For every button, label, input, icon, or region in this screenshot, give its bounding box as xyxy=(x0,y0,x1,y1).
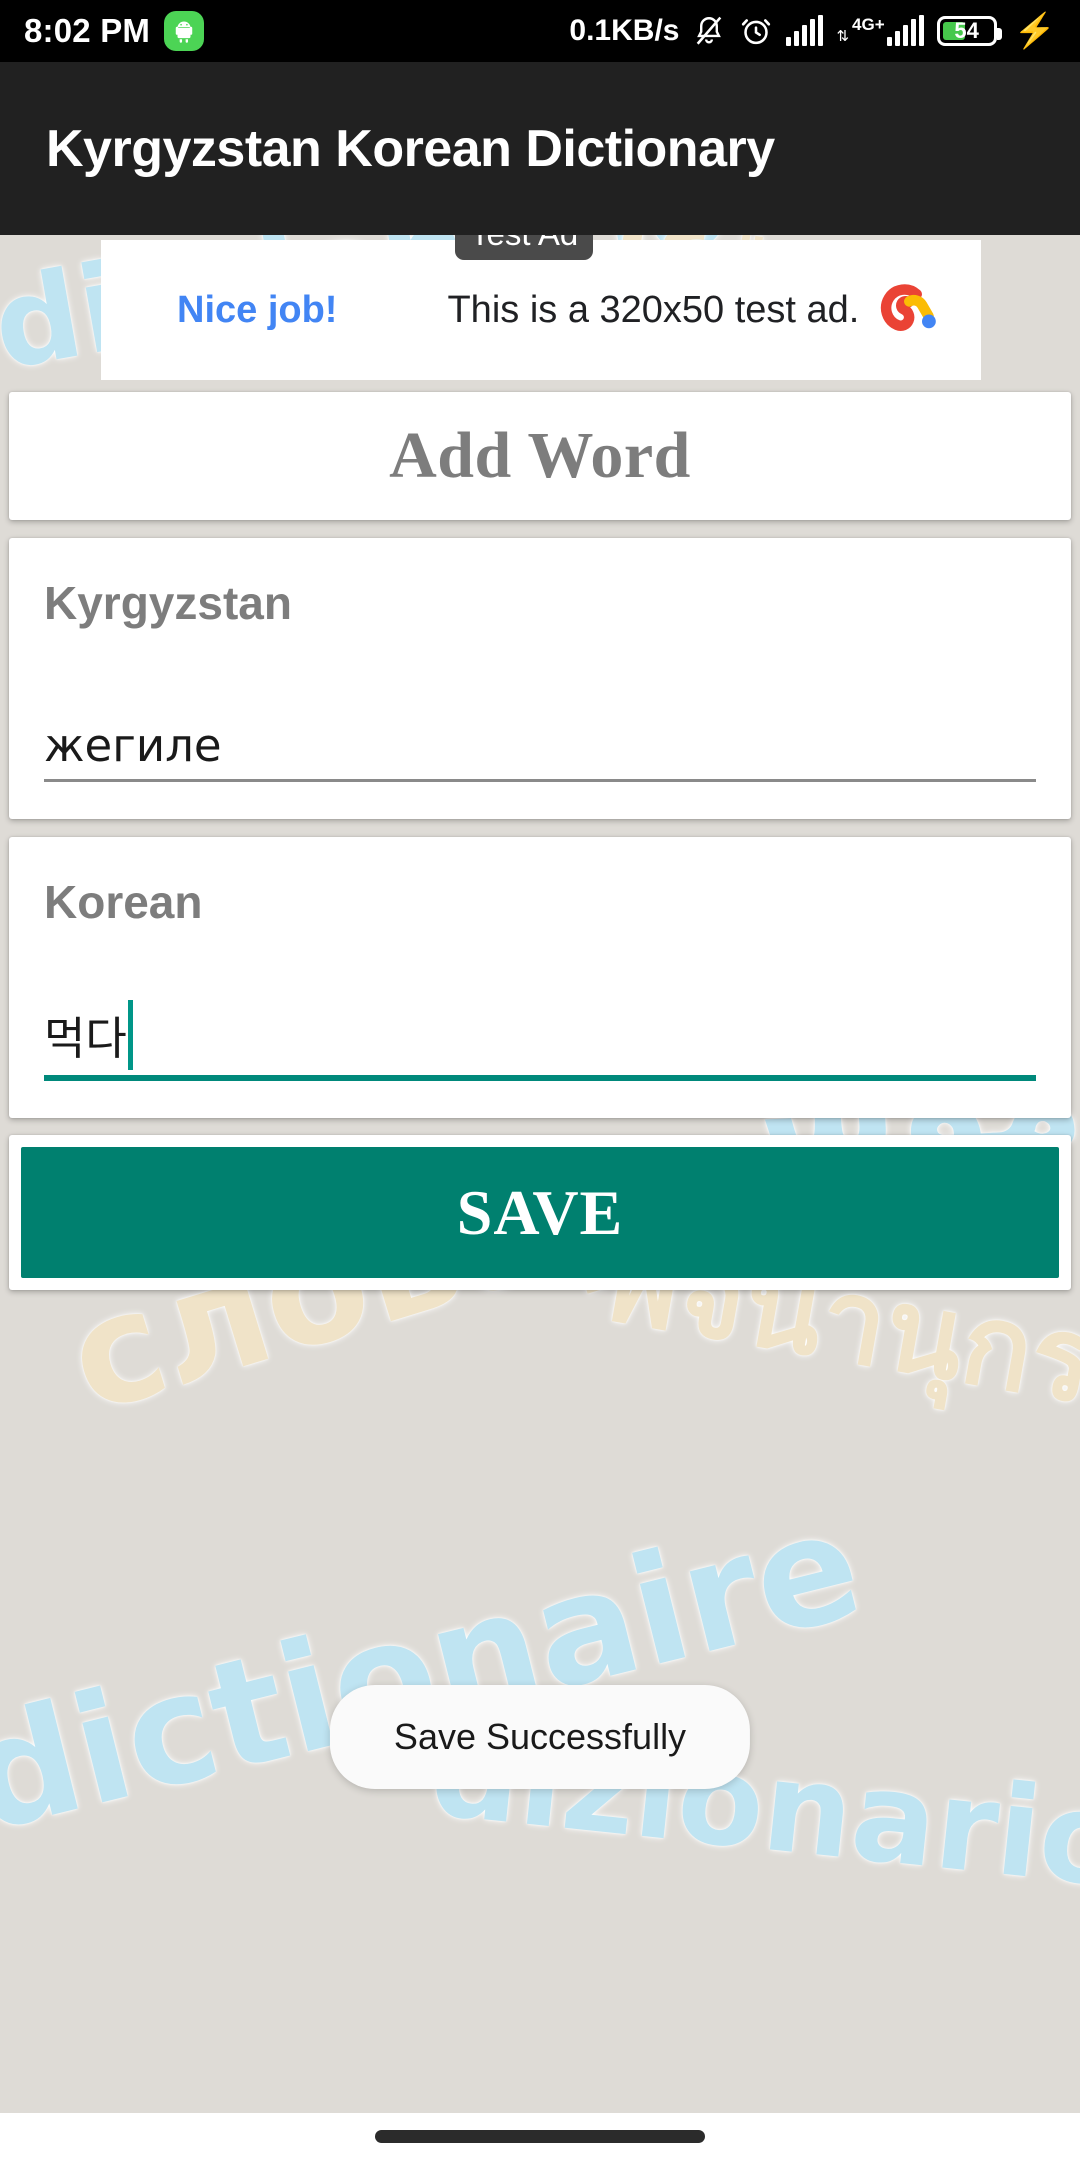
ad-banner[interactable]: Nice job! This is a 320x50 test ad. xyxy=(101,240,981,380)
mobile-data-group: ⇅ 4G+ xyxy=(836,15,924,46)
korean-input-text: 먹다 xyxy=(44,1012,127,1065)
system-navigation-bar xyxy=(0,2113,1080,2160)
toast-message: Save Successfully xyxy=(393,1716,687,1757)
status-time: 8:02 PM xyxy=(24,12,151,49)
korean-input[interactable]: 먹다 xyxy=(44,1000,1036,1075)
android-robot-icon xyxy=(164,11,205,51)
korean-input-wrapper[interactable]: 먹다 xyxy=(44,1000,1036,1081)
kyrgyzstan-input[interactable]: жегиле xyxy=(44,718,1036,779)
status-bar: 8:02 PM 0.1KB/s ⇅ 4G+ 54 ⚡ xyxy=(0,0,1080,62)
kyrgyzstan-input-wrapper[interactable]: жегиле xyxy=(44,718,1036,782)
home-indicator-pill[interactable] xyxy=(375,2130,705,2143)
toast-notification: Save Successfully xyxy=(329,1685,751,1789)
text-caret xyxy=(127,1000,133,1070)
bell-muted-icon xyxy=(692,14,726,48)
charging-bolt-icon: ⚡ xyxy=(1013,12,1056,50)
save-button[interactable]: SAVE xyxy=(21,1147,1059,1278)
app-bar: Kyrgyzstan Korean Dictionary xyxy=(0,62,1080,235)
save-button-card: SAVE xyxy=(9,1135,1071,1290)
admob-logo-icon xyxy=(871,274,943,346)
korean-field-card: Korean 먹다 xyxy=(9,837,1071,1118)
battery-indicator: 54 xyxy=(936,16,1002,46)
signal-bars-icon xyxy=(786,15,824,46)
page-content: diccionario ةغل dicionário словарь قاموس… xyxy=(0,235,1080,2113)
watermark-word: dictionaire xyxy=(0,1477,877,1867)
network-speed-text: 0.1KB/s xyxy=(569,14,680,47)
page-title: Add Word xyxy=(389,419,691,492)
network-type-label: 4G+ xyxy=(852,15,885,34)
alarm-clock-icon xyxy=(739,14,773,48)
data-updown-icon: ⇅ xyxy=(836,28,850,45)
add-word-header-card: Add Word xyxy=(9,392,1071,520)
signal-bars-icon xyxy=(886,15,924,46)
save-button-label: SAVE xyxy=(456,1176,624,1248)
status-icons-group: 0.1KB/s ⇅ 4G+ 54 ⚡ xyxy=(569,14,1056,48)
ad-body-text: This is a 320x50 test ad. xyxy=(447,288,860,331)
kyrgyzstan-field-card: Kyrgyzstan жегиле xyxy=(9,538,1071,819)
korean-field-label: Korean xyxy=(44,876,203,928)
korean-input-underline xyxy=(44,1075,1036,1081)
kyrgyzstan-field-label: Kyrgyzstan xyxy=(44,577,292,629)
kyrgyzstan-input-underline xyxy=(44,779,1036,782)
battery-percent-label: 54 xyxy=(954,18,979,43)
app-title: Kyrgyzstan Korean Dictionary xyxy=(46,119,775,178)
test-ad-badge: Test Ad xyxy=(455,235,594,260)
ad-headline: Nice job! xyxy=(177,288,338,331)
